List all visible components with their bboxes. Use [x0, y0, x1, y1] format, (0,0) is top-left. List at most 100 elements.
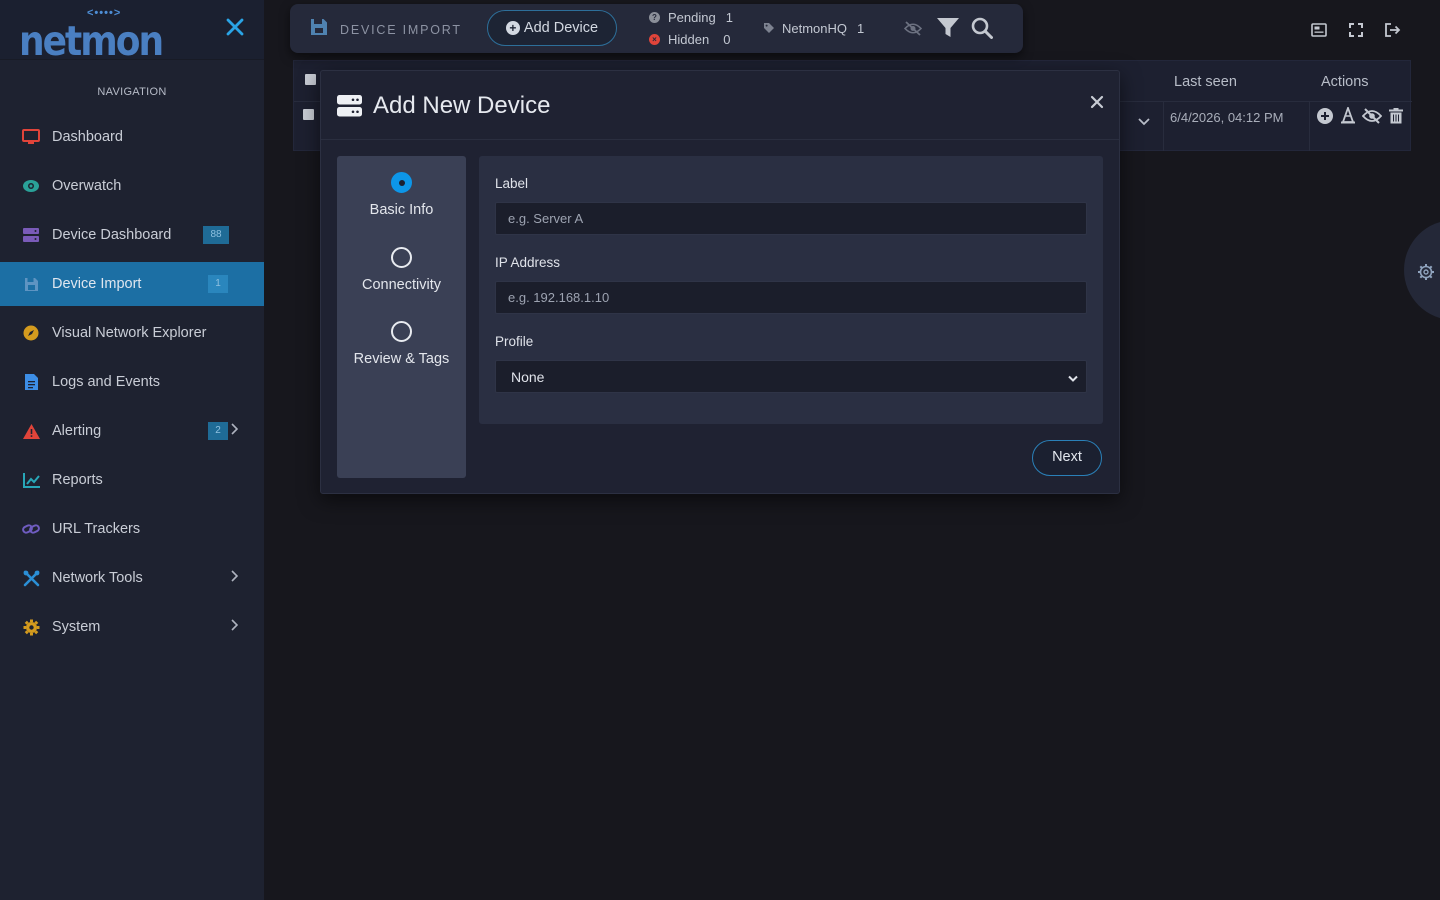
hidden-filter[interactable]: × Hidden 0 — [649, 32, 730, 47]
logo-bar: <••••> netmon — [0, 0, 264, 65]
modal-title: Add New Device — [373, 92, 551, 119]
sidebar-item-label: System — [52, 619, 101, 635]
profile-select[interactable]: None — [495, 360, 1087, 393]
chart-line-icon — [22, 471, 40, 489]
trash-icon[interactable] — [1389, 108, 1403, 129]
gear-icon — [22, 618, 40, 636]
chevron-down-icon[interactable] — [1138, 113, 1150, 131]
sidebar-item-label: Overwatch — [52, 178, 122, 194]
logout-icon[interactable] — [1385, 23, 1401, 42]
add-device-label: Add Device — [523, 20, 599, 36]
step-connectivity[interactable]: Connectivity — [337, 247, 466, 293]
sidebar-item-dashboard[interactable]: Dashboard — [0, 115, 264, 159]
fullscreen-icon[interactable] — [1349, 23, 1363, 42]
sidebar-item-label: Logs and Events — [52, 374, 161, 390]
column-header-actions: Actions — [1321, 74, 1369, 90]
chevron-right-icon — [230, 422, 239, 438]
profile-selected-value: None — [511, 368, 545, 385]
sidebar-item-reports[interactable]: Reports — [0, 458, 264, 502]
sidebar-item-label: Device Import — [52, 276, 142, 292]
save-icon — [310, 18, 328, 41]
settings-panel-tab[interactable] — [1404, 220, 1440, 320]
sidebar-item-device-dashboard[interactable]: Device Dashboard 88 — [0, 213, 264, 257]
hidden-count: 0 — [723, 32, 731, 47]
add-device-button[interactable]: + Add Device — [487, 10, 617, 46]
search-icon[interactable] — [971, 17, 993, 44]
gear-icon — [1417, 263, 1435, 286]
basic-info-form: Label IP Address Profile None — [479, 156, 1103, 424]
compass-icon — [22, 324, 40, 342]
add-circle-icon[interactable] — [1317, 108, 1333, 129]
close-icon[interactable] — [1087, 89, 1107, 113]
chevron-right-icon — [230, 618, 239, 634]
server-icon — [337, 95, 362, 122]
cone-icon[interactable] — [1340, 105, 1356, 129]
sidebar-item-label: Network Tools — [52, 570, 143, 586]
ip-address-field-label: IP Address — [495, 255, 561, 270]
sidebar-item-label: Dashboard — [52, 129, 123, 145]
profile-field-label: Profile — [495, 334, 534, 349]
monitor-icon — [22, 128, 40, 146]
modal-header: Add New Device — [321, 71, 1119, 140]
sidebar-item-label: URL Trackers — [52, 521, 141, 537]
badge-count: 1 — [208, 275, 228, 293]
server-icon — [22, 226, 40, 244]
tag-icon — [764, 21, 774, 36]
hide-eye-icon[interactable] — [1361, 108, 1383, 129]
close-sidebar-icon[interactable] — [224, 16, 246, 42]
pending-label: Pending — [668, 10, 716, 25]
sidebar: <••••> netmon NAVIGATION Dashboard Overw… — [0, 0, 264, 900]
news-icon[interactable] — [1311, 23, 1327, 42]
add-device-modal: Add New Device Basic Info Connectivity R… — [320, 70, 1120, 494]
row-checkbox[interactable] — [303, 109, 314, 120]
sidebar-item-alerting[interactable]: Alerting 2 — [0, 409, 264, 453]
tag-filter[interactable]: NetmonHQ 1 — [764, 21, 864, 36]
step-radio-icon — [391, 247, 412, 268]
toolbar: DEVICE IMPORT + Add Device ? Pending 1 ×… — [290, 4, 1023, 53]
step-label: Basic Info — [369, 202, 434, 218]
wizard-steps: Basic Info Connectivity Review & Tags — [337, 156, 466, 478]
label-input[interactable] — [495, 202, 1087, 235]
chevron-right-icon — [230, 569, 239, 585]
pending-filter[interactable]: ? Pending 1 — [649, 10, 733, 25]
app-logo[interactable]: <••••> netmon — [19, 4, 164, 65]
sidebar-item-url-trackers[interactable]: URL Trackers — [0, 507, 264, 551]
sidebar-item-overwatch[interactable]: Overwatch — [0, 164, 264, 208]
document-icon — [22, 373, 40, 391]
column-divider — [1163, 101, 1164, 151]
badge-count: 88 — [203, 226, 229, 244]
next-button[interactable]: Next — [1032, 440, 1102, 476]
sidebar-item-system[interactable]: System — [0, 605, 264, 649]
eye-slash-icon[interactable] — [903, 21, 923, 41]
step-label: Review & Tags — [353, 351, 450, 367]
step-label: Connectivity — [362, 277, 441, 293]
sidebar-item-logs-and-events[interactable]: Logs and Events — [0, 360, 264, 404]
eye-icon — [22, 177, 40, 195]
sidebar-item-network-tools[interactable]: Network Tools — [0, 556, 264, 600]
select-all-checkbox[interactable] — [305, 74, 316, 85]
step-review-tags[interactable]: Review & Tags — [337, 321, 466, 367]
sidebar-item-label: Device Dashboard — [52, 227, 172, 243]
filter-icon[interactable] — [937, 18, 959, 43]
label-field-label: Label — [495, 176, 529, 191]
sidebar-item-label: Reports — [52, 472, 103, 488]
save-icon — [22, 275, 40, 293]
sidebar-item-device-import[interactable]: Device Import 1 — [0, 262, 264, 306]
link-icon — [22, 520, 40, 538]
x-circle-icon: × — [649, 34, 660, 45]
tools-icon — [22, 569, 40, 587]
sidebar-item-label: Visual Network Explorer — [52, 325, 207, 341]
page-title: DEVICE IMPORT — [310, 18, 462, 41]
column-divider — [1309, 101, 1310, 151]
tag-count: 1 — [857, 21, 865, 36]
logo-text: netmon — [19, 18, 164, 66]
step-basic-info[interactable]: Basic Info — [337, 172, 466, 218]
hidden-label: Hidden — [668, 32, 710, 47]
ip-address-input[interactable] — [495, 281, 1087, 314]
step-radio-icon — [391, 172, 412, 193]
tag-label: NetmonHQ — [782, 21, 848, 36]
column-header-last-seen[interactable]: Last seen — [1174, 74, 1237, 90]
step-radio-icon — [391, 321, 412, 342]
page-title-text: DEVICE IMPORT — [340, 22, 462, 37]
sidebar-item-visual-network-explorer[interactable]: Visual Network Explorer — [0, 311, 264, 355]
